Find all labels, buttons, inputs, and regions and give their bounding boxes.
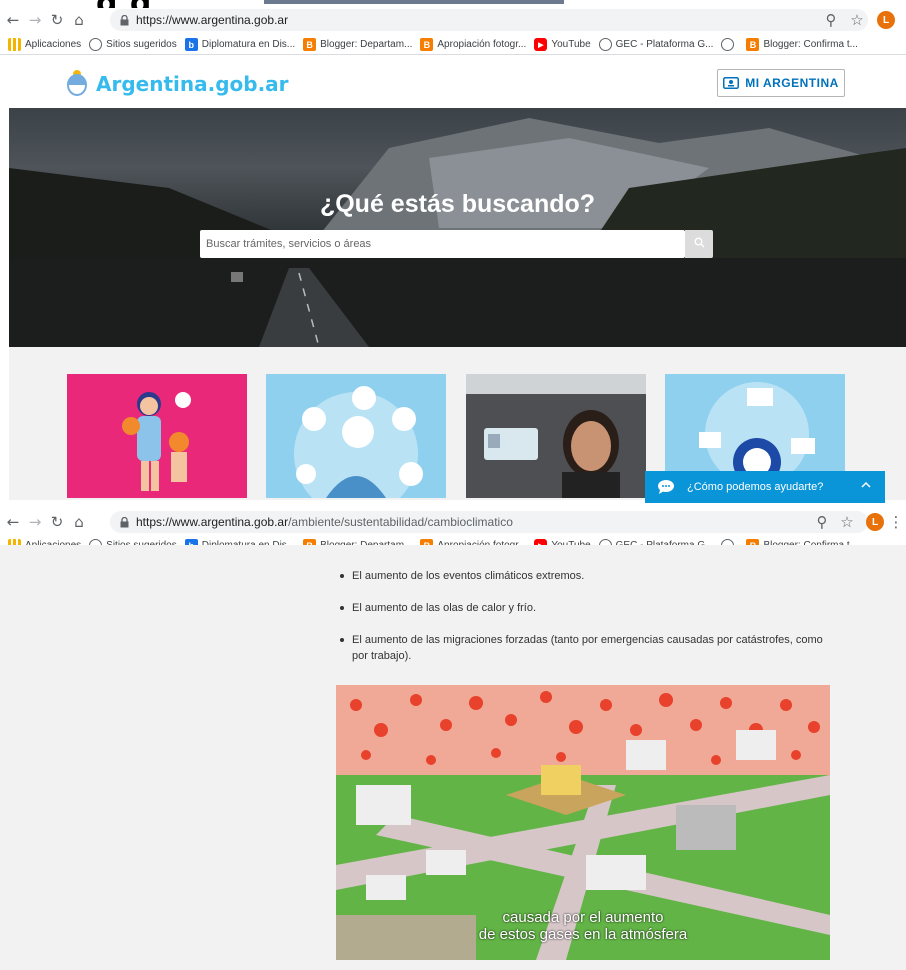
- back-icon[interactable]: ←: [2, 511, 24, 533]
- globe-icon: [721, 38, 735, 51]
- zoom-icon[interactable]: ⚲: [811, 511, 833, 533]
- blogger-icon: B: [303, 38, 317, 51]
- id-card-icon: [723, 77, 740, 89]
- search-button[interactable]: [685, 230, 713, 258]
- site-logo[interactable]: Argentina.gob.ar: [96, 72, 289, 96]
- impacts-list: El aumento de los eventos climáticos ext…: [338, 568, 838, 680]
- bookmark-item[interactable]: BApropiación fotogr...: [420, 38, 526, 51]
- reload-icon[interactable]: ↻: [46, 9, 68, 31]
- bookmark-item[interactable]: BBlogger: Confirma t...: [746, 38, 858, 51]
- search-input[interactable]: Buscar trámites, servicios o áreas: [200, 230, 685, 258]
- list-item: El aumento de las olas de calor y frío.: [338, 600, 838, 616]
- url-host: https://www.argentina.gob.ar: [136, 13, 289, 27]
- bookmark-item[interactable]: GEC - Plataforma G...: [598, 38, 714, 51]
- menu-kebab-icon[interactable]: ⋮: [889, 511, 904, 533]
- search-icon: [694, 235, 705, 253]
- bookmark-label: Blogger: Departam...: [320, 39, 413, 50]
- reload-icon[interactable]: ↻: [46, 511, 68, 533]
- mi-argentina-label: MI ARGENTINA: [745, 76, 839, 90]
- bookmarks-bar: Aplicaciones Sitios sugeridos b Diplomatura…: [0, 35, 906, 55]
- chat-help-bar[interactable]: ¿Cómo podemos ayudarte?: [645, 471, 885, 503]
- forward-icon[interactable]: →: [24, 9, 46, 31]
- bookmark-label: GEC - Plataforma G...: [615, 39, 714, 50]
- chat-help-label: ¿Cómo podemos ayudarte?: [687, 481, 824, 493]
- cropped-image-strip: [264, 0, 564, 4]
- bookmark-item[interactable]: BBlogger: Departam...: [303, 38, 412, 51]
- climate-video[interactable]: causada por el aumento de estos gases en…: [336, 685, 830, 960]
- forward-icon[interactable]: →: [24, 511, 46, 533]
- list-item: El aumento de los eventos climáticos ext…: [338, 568, 838, 584]
- home-icon[interactable]: ⌂: [68, 511, 90, 533]
- bookmark-label: Sitios sugeridos: [106, 39, 177, 50]
- address-bar[interactable]: https://www.argentina.gob.ar: [110, 9, 868, 31]
- health-illustration: [294, 386, 423, 498]
- bookmark-item[interactable]: ▶YouTube: [534, 38, 591, 51]
- back-icon[interactable]: ←: [2, 9, 24, 31]
- bookmark-label: Blogger: Confirma t...: [763, 39, 858, 50]
- bookmark-star-icon[interactable]: ☆: [836, 511, 858, 533]
- browser-toolbar: ← → ↻ ⌂ https://www.argentina.gob.ar ⚲ ☆…: [0, 8, 906, 32]
- bookmark-item[interactable]: [721, 38, 738, 51]
- bookmark-item[interactable]: Sitios sugeridos: [89, 38, 177, 51]
- list-item: El aumento de las migraciones forzadas (…: [338, 632, 838, 664]
- bookmark-item[interactable]: Aplicaciones: [8, 38, 81, 51]
- mi-argentina-button[interactable]: MI ARGENTINA: [717, 69, 845, 97]
- browser-toolbar-2: ← → ↻ ⌂ https://www.argentina.gob.ar /am…: [0, 510, 906, 534]
- home-icon[interactable]: ⌂: [68, 9, 90, 31]
- globe-icon: [89, 38, 103, 51]
- driver-license-photo: [466, 374, 646, 498]
- url-host: https://www.argentina.gob.ar: [136, 515, 289, 529]
- hero-banner: ¿Qué estás buscando? Buscar trámites, se…: [9, 108, 906, 347]
- site-header: Argentina.gob.ar MI ARGENTINA: [0, 58, 906, 108]
- bookmark-label: Apropiación fotogr...: [437, 39, 527, 50]
- lock-icon: [118, 516, 130, 528]
- card-health[interactable]: [266, 374, 446, 498]
- b-icon: b: [184, 38, 198, 51]
- blogger-icon: B: [420, 38, 434, 51]
- lock-icon: [118, 14, 130, 26]
- hero-title: ¿Qué estás buscando?: [319, 190, 596, 218]
- card-driver-license[interactable]: [466, 374, 646, 498]
- globe-icon: [598, 38, 612, 51]
- address-bar[interactable]: https://www.argentina.gob.ar /ambiente/s…: [110, 511, 868, 533]
- video-subtitle-line-1: causada por el aumento: [502, 909, 664, 926]
- bookmark-label: Diplomatura en Dis...: [201, 39, 296, 50]
- chevron-up-icon[interactable]: [861, 480, 871, 492]
- bookmark-star-icon[interactable]: ☆: [846, 9, 868, 31]
- url-path: /ambiente/sustentabilidad/cambioclimatic…: [288, 515, 513, 529]
- speech-bubble-icon: [657, 479, 675, 495]
- apps-grid-icon: [8, 38, 21, 51]
- bookmark-label: YouTube: [551, 39, 591, 50]
- zoom-icon[interactable]: ⚲: [820, 9, 842, 31]
- bookmark-label: Aplicaciones: [25, 39, 82, 50]
- blogger-icon: B: [746, 38, 760, 51]
- video-subtitle-line-2: de estos gases en la atmósfera: [478, 926, 688, 943]
- youtube-icon: ▶: [534, 38, 548, 51]
- family-illustration: [122, 392, 191, 491]
- bookmark-item[interactable]: bDiplomatura en Dis...: [184, 38, 296, 51]
- avatar[interactable]: L: [866, 513, 884, 531]
- coat-of-arms-icon: [66, 68, 88, 101]
- card-family[interactable]: [67, 374, 247, 498]
- avatar[interactable]: L: [877, 11, 895, 29]
- hero-landscape-image: [9, 118, 906, 347]
